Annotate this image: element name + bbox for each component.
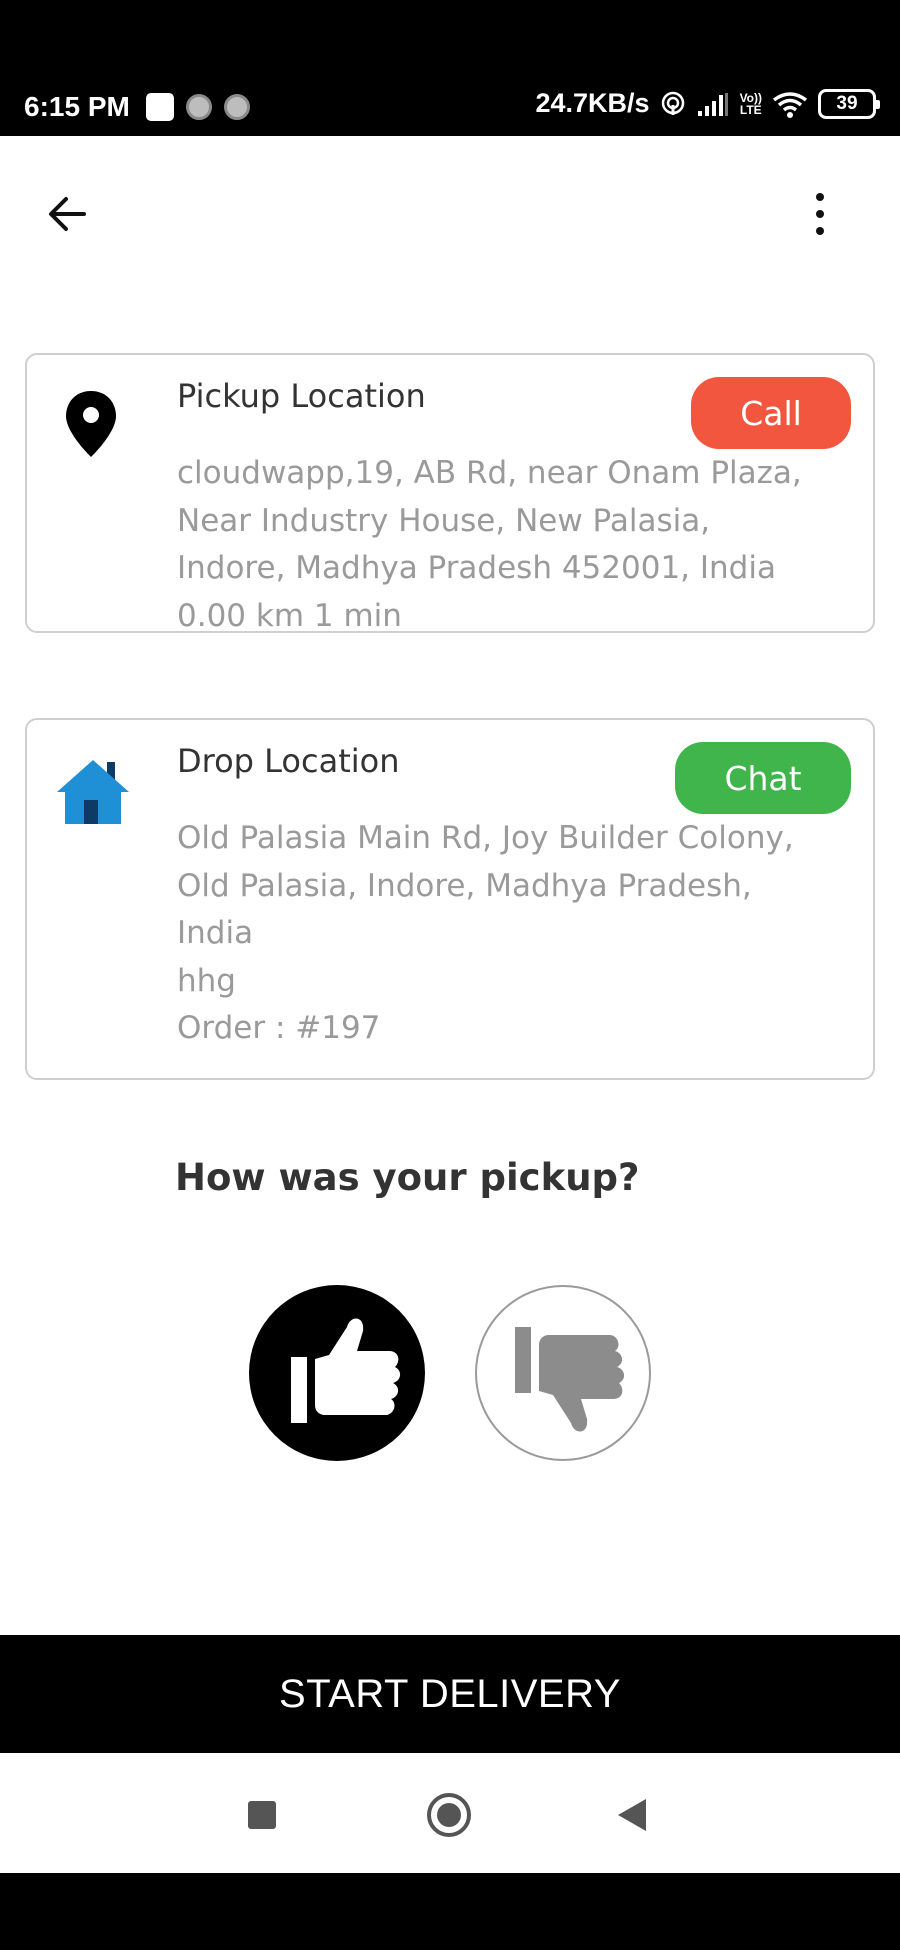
notification-dot-icon <box>223 94 250 120</box>
drop-address-line: Old Palasia Main Rd, Joy Builder Colony, <box>177 820 794 856</box>
thumbs-down-button[interactable] <box>475 1285 651 1461</box>
drop-address-line: Old Palasia, Indore, Madhya Pradesh, <box>177 867 752 904</box>
map-pin-icon <box>66 391 116 457</box>
drop-icon-wrap <box>53 750 129 830</box>
drop-location-card: Drop Location Chat Old Palasia Main Rd, … <box>25 718 875 1080</box>
volte-bottom: LTE <box>739 102 762 117</box>
house-icon <box>57 760 129 824</box>
rating-question: How was your pickup? <box>175 1156 640 1199</box>
drop-title: Drop Location <box>177 742 400 780</box>
hotspot-icon <box>661 91 684 115</box>
chat-button[interactable]: Chat <box>675 742 851 814</box>
notification-dot-icon <box>185 94 212 120</box>
network-speed: 24.7KB/s <box>535 88 650 118</box>
app-screen: Pickup Location Call cloudwapp,19, AB Rd… <box>0 136 900 1753</box>
more-options-button[interactable] <box>800 186 844 242</box>
pickup-location-card: Pickup Location Call cloudwapp,19, AB Rd… <box>25 353 875 634</box>
more-vertical-icon <box>816 193 824 235</box>
recents-button[interactable] <box>248 1801 276 1829</box>
order-number: Order : #197 <box>177 1010 381 1046</box>
call-button[interactable]: Call <box>691 377 851 449</box>
notification-app-icon <box>145 93 174 121</box>
drop-details: Old Palasia Main Rd, Joy Builder Colony,… <box>177 815 857 1053</box>
thumbs-up-icon <box>291 1318 401 1423</box>
battery-icon: 39 <box>818 88 880 119</box>
pickup-title: Pickup Location <box>177 377 426 415</box>
wifi-icon <box>772 91 808 118</box>
pickup-address-line: cloudwapp,19, AB Rd, near Onam Plaza, <box>177 455 802 491</box>
system-nav-bar <box>0 1753 900 1873</box>
volte-top: Vo)) <box>739 90 762 105</box>
pickup-address-line: Near Industry House, New Palasia, <box>177 502 711 539</box>
bottom-strip <box>0 1873 900 1950</box>
pickup-address-line: Indore, Madhya Pradesh 452001, India <box>177 550 776 586</box>
pickup-details: cloudwapp,19, AB Rd, near Onam Plaza, Ne… <box>177 450 857 640</box>
status-time: 6:15 PM <box>24 91 130 122</box>
pickup-distance-time: 0.00 km 1 min <box>177 597 402 634</box>
signal-icon <box>697 92 728 116</box>
status-bar: 6:15 PM 24.7KB/s Vo)) LTE 39 <box>0 0 900 136</box>
pickup-icon-wrap <box>53 385 129 465</box>
back-button[interactable] <box>40 186 96 242</box>
status-left: 6:15 PM <box>24 90 250 124</box>
volte-icon: Vo)) LTE <box>740 92 762 116</box>
system-back-button[interactable] <box>618 1799 646 1831</box>
start-delivery-button[interactable]: START DELIVERY <box>0 1635 900 1753</box>
drop-address-line: India <box>177 915 254 951</box>
drop-note: hhg <box>177 962 236 999</box>
thumbs-up-button[interactable] <box>249 1285 425 1461</box>
toolbar <box>0 136 900 276</box>
home-button[interactable] <box>427 1793 471 1837</box>
battery-level: 39 <box>836 92 858 114</box>
thumbs-down-icon <box>515 1327 625 1432</box>
arrow-left-icon <box>49 197 86 231</box>
status-right: 24.7KB/s Vo)) LTE 39 <box>535 88 880 119</box>
